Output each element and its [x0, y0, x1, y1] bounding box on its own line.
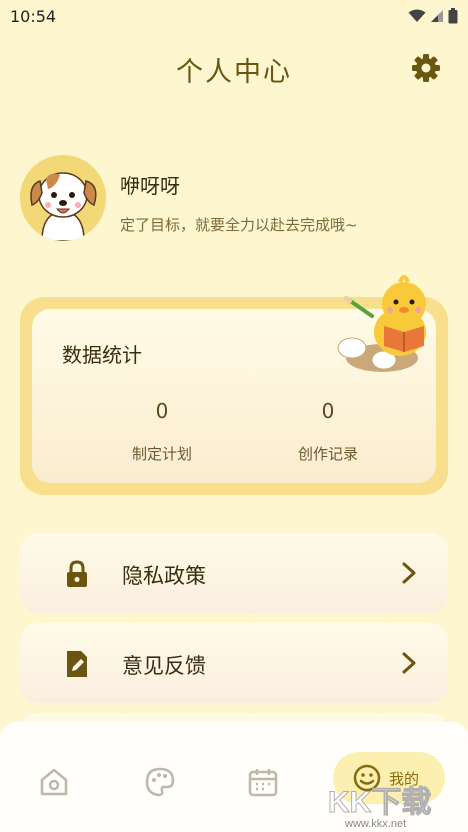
- username: 咿呀呀: [120, 174, 180, 198]
- menu-label-feedback: 意见反馈: [122, 654, 206, 678]
- page-title: 个人中心: [176, 57, 292, 88]
- plan-count-label: 制定计划: [131, 445, 192, 463]
- edit-icon: [67, 651, 87, 677]
- battery-icon: [448, 8, 458, 24]
- lock-icon: [67, 560, 87, 587]
- dog-avatar-image: [20, 155, 106, 241]
- nav-palette[interactable]: [140, 762, 180, 802]
- palette-icon: [145, 767, 175, 797]
- chevron-right-icon: [402, 652, 416, 674]
- duck-mascot-illustration: [332, 270, 442, 380]
- nav-calendar[interactable]: [243, 762, 283, 802]
- nav-home[interactable]: [34, 762, 74, 802]
- status-time: 10:54: [10, 6, 57, 26]
- wifi-icon: [408, 9, 426, 22]
- plan-count-value: 0: [155, 399, 169, 423]
- home-icon: [40, 768, 68, 796]
- stats-title: 数据统计: [62, 343, 142, 367]
- signal-icon: [431, 10, 443, 22]
- settings-button[interactable]: [410, 52, 442, 84]
- calendar-icon: [248, 769, 278, 797]
- watermark-url: www.kkx.net: [345, 818, 407, 830]
- record-count-label: 创作记录: [297, 445, 358, 463]
- svg-text:KK下载: KK下载: [328, 786, 431, 819]
- menu-item-privacy-policy[interactable]: 隐私政策: [20, 533, 448, 613]
- status-bar: 10:54: [0, 0, 468, 32]
- menu-label-privacy-policy: 隐私政策: [122, 564, 206, 588]
- menu-item-feedback[interactable]: 意见反馈: [20, 623, 448, 703]
- chevron-right-icon: [402, 562, 416, 584]
- user-motto: 定了目标，就要全力以赴去完成哦~: [120, 216, 358, 234]
- status-icons: [408, 8, 458, 24]
- record-count-value: 0: [321, 399, 335, 423]
- avatar[interactable]: [20, 155, 106, 241]
- gear-icon: [412, 54, 440, 82]
